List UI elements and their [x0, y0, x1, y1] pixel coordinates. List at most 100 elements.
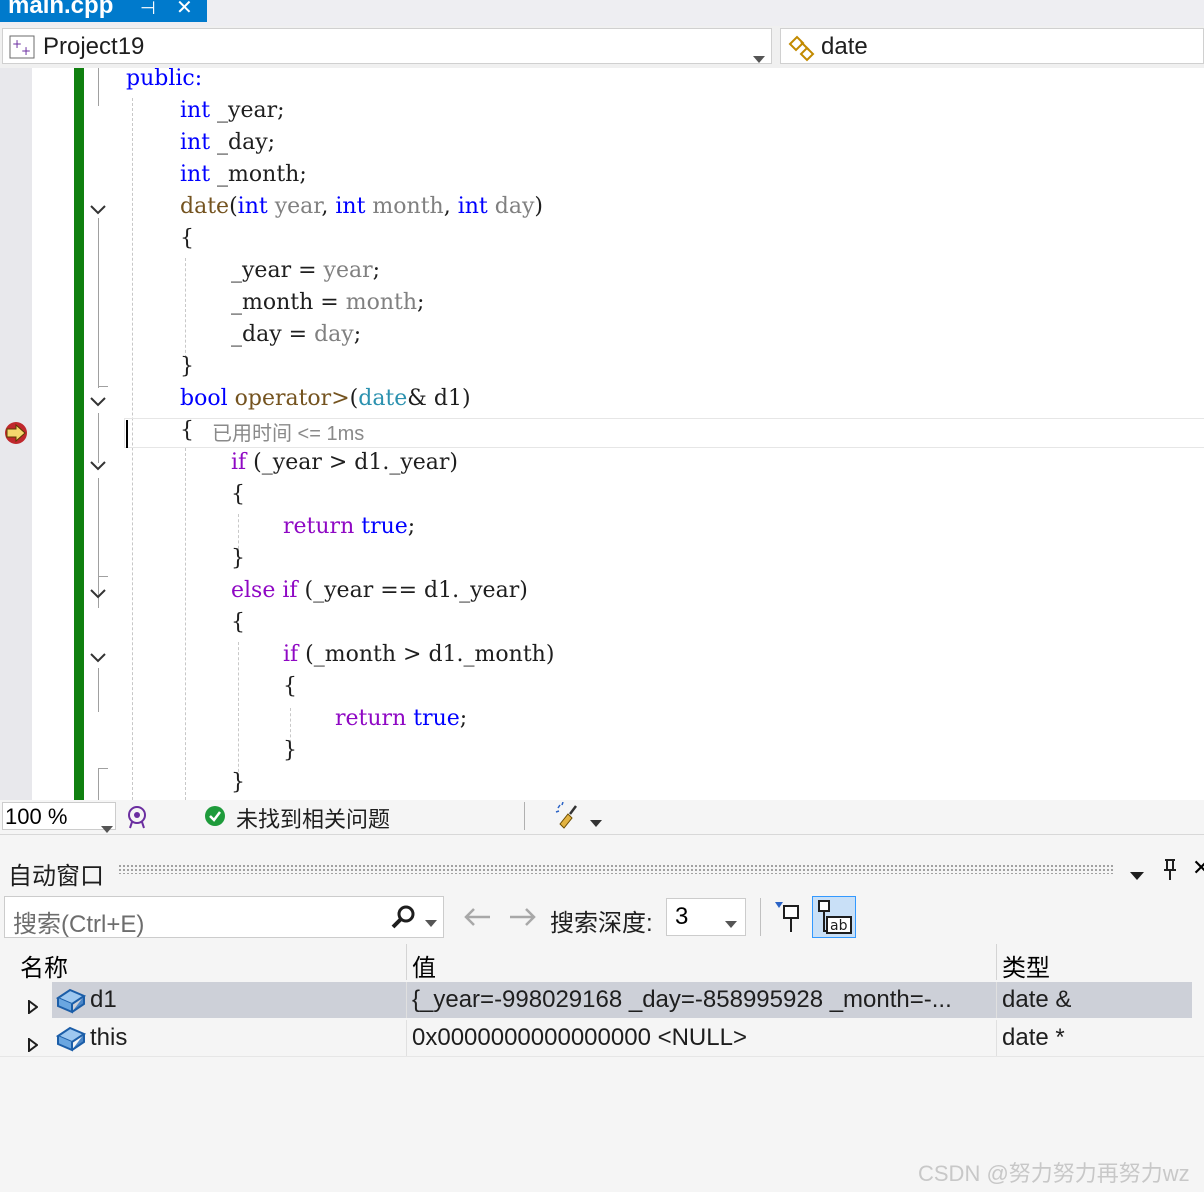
chevron-down-icon[interactable]	[753, 43, 765, 71]
search-depth-label: 搜索深度:	[550, 910, 653, 937]
pin-to-source-icon[interactable]	[774, 900, 804, 938]
column-divider	[406, 982, 407, 1018]
zoom-dropdown[interactable]: 100 %	[2, 802, 116, 833]
autos-title: 自动窗口	[8, 863, 104, 890]
hex-display-toggle[interactable]: ab	[812, 896, 856, 938]
fold-toggle[interactable]	[88, 456, 108, 476]
column-header-name[interactable]: 名称	[20, 948, 68, 983]
class-member-icon	[787, 32, 819, 69]
code-line: _year = year;	[231, 258, 381, 283]
fold-end	[98, 386, 108, 387]
chevron-down-icon[interactable]	[590, 813, 602, 832]
search-icon[interactable]	[389, 904, 417, 934]
code-cleanup-brush-icon[interactable]	[554, 801, 582, 834]
issues-status[interactable]: 未找到相关问题	[236, 802, 390, 834]
code-line-current: {	[180, 418, 194, 443]
code-line: int _month;	[180, 162, 307, 187]
expand-triangle-icon[interactable]	[28, 1031, 39, 1059]
column-divider	[996, 982, 997, 1018]
fold-toggle[interactable]	[88, 200, 108, 220]
fold-toggle[interactable]	[88, 584, 108, 604]
chevron-down-icon[interactable]	[425, 913, 437, 932]
check-circle-icon	[204, 805, 226, 831]
indent-guide	[185, 448, 186, 800]
row-name: d1	[90, 986, 117, 1013]
pin-icon[interactable]	[1162, 858, 1178, 886]
navigation-bar: + + Project19 date	[0, 26, 1204, 68]
fold-line	[98, 68, 99, 106]
table-row[interactable]: d1 {_year=-998029168 _day=-858995928 _mo…	[0, 982, 1204, 1018]
fold-end	[98, 576, 108, 577]
window-menu-chevron-icon[interactable]	[1130, 866, 1144, 885]
elapsed-time-hint[interactable]: 已用时间 <= 1ms	[212, 420, 364, 448]
search-depth-value: 3	[675, 903, 689, 930]
fold-toggle[interactable]	[88, 648, 108, 668]
text-caret	[126, 420, 128, 448]
tab-title: main.cpp	[8, 0, 114, 19]
code-line: date(int year, int month, int day)	[180, 194, 543, 219]
autos-toolbar: 搜索(Ctrl+E) 搜索深度: 3 ab	[0, 894, 1204, 942]
search-placeholder: 搜索(Ctrl+E)	[13, 911, 145, 938]
member-name: date	[821, 33, 868, 60]
chevron-down-icon[interactable]	[725, 914, 737, 933]
code-line: if (_month > d1._month)	[283, 642, 555, 667]
tab-main-cpp[interactable]: main.cpp ⊣ ✕	[0, 0, 207, 22]
search-box[interactable]: 搜索(Ctrl+E)	[4, 896, 444, 938]
fold-line	[98, 768, 99, 800]
expand-triangle-icon[interactable]	[28, 993, 39, 1021]
svg-text:ab: ab	[830, 918, 848, 934]
forward-arrow-icon[interactable]	[508, 904, 538, 934]
back-arrow-icon[interactable]	[462, 904, 492, 934]
column-divider[interactable]	[406, 944, 407, 980]
fold-line	[98, 218, 99, 388]
code-line: if (_year > d1._year)	[231, 450, 459, 475]
code-line: {	[283, 674, 297, 699]
code-line: {	[231, 610, 245, 635]
row-name: this	[90, 1024, 128, 1051]
watermark: CSDN @努力努力再努力wz	[918, 1161, 1190, 1186]
project-name: Project19	[43, 33, 145, 60]
close-icon[interactable]: ✕	[1192, 856, 1204, 881]
code-line: _day = day;	[231, 322, 362, 347]
code-line: return true;	[335, 706, 468, 731]
search-depth-dropdown[interactable]: 3	[666, 898, 746, 936]
zoom-value: 100 %	[5, 804, 68, 829]
column-header-type[interactable]: 类型	[1002, 948, 1050, 983]
pin-icon[interactable]: ⊣	[140, 0, 156, 17]
code-line: }	[283, 738, 297, 763]
code-editor[interactable]: public: int _year; int _day; int _month;…	[0, 68, 1204, 800]
column-divider	[406, 1020, 407, 1056]
title-grip	[118, 864, 1114, 874]
table-row[interactable]: this 0x0000000000000000 <NULL> date *	[0, 1020, 1204, 1057]
code-line: public:	[126, 68, 203, 91]
autos-window-title-bar[interactable]: 自动窗口 ✕	[0, 850, 1204, 892]
code-line: }	[180, 354, 194, 379]
row-value[interactable]: 0x0000000000000000 <NULL>	[412, 1020, 992, 1056]
change-tracking-bar	[74, 68, 84, 800]
project-icon: + +	[9, 35, 35, 66]
object-variable-icon	[55, 1024, 87, 1059]
column-divider	[996, 1020, 997, 1056]
fold-toggle[interactable]	[88, 392, 108, 412]
indent-guide	[238, 642, 239, 782]
column-header-value[interactable]: 值	[412, 948, 436, 983]
close-icon[interactable]: ✕	[176, 0, 193, 18]
intellicode-icon[interactable]	[124, 804, 150, 834]
fold-line	[98, 668, 99, 712]
code-line: {	[180, 226, 194, 251]
code-line: return true;	[283, 514, 416, 539]
indent-guide	[185, 258, 186, 358]
indent-guide	[132, 98, 133, 800]
chevron-down-icon[interactable]	[101, 814, 113, 840]
code-line: else if (_year == d1._year)	[231, 578, 528, 603]
code-line: _month = month;	[231, 290, 425, 315]
member-dropdown[interactable]: date	[780, 28, 1204, 64]
row-value[interactable]: {_year=-998029168 _day=-858995928 _month…	[412, 982, 992, 1018]
project-dropdown[interactable]: + + Project19	[2, 28, 772, 64]
current-statement-arrow-icon	[2, 421, 30, 449]
object-variable-icon	[55, 986, 87, 1021]
row-type: date &	[1002, 986, 1072, 1013]
code-line: {	[231, 482, 245, 507]
column-divider[interactable]	[996, 944, 997, 980]
code-line: }	[231, 770, 245, 795]
